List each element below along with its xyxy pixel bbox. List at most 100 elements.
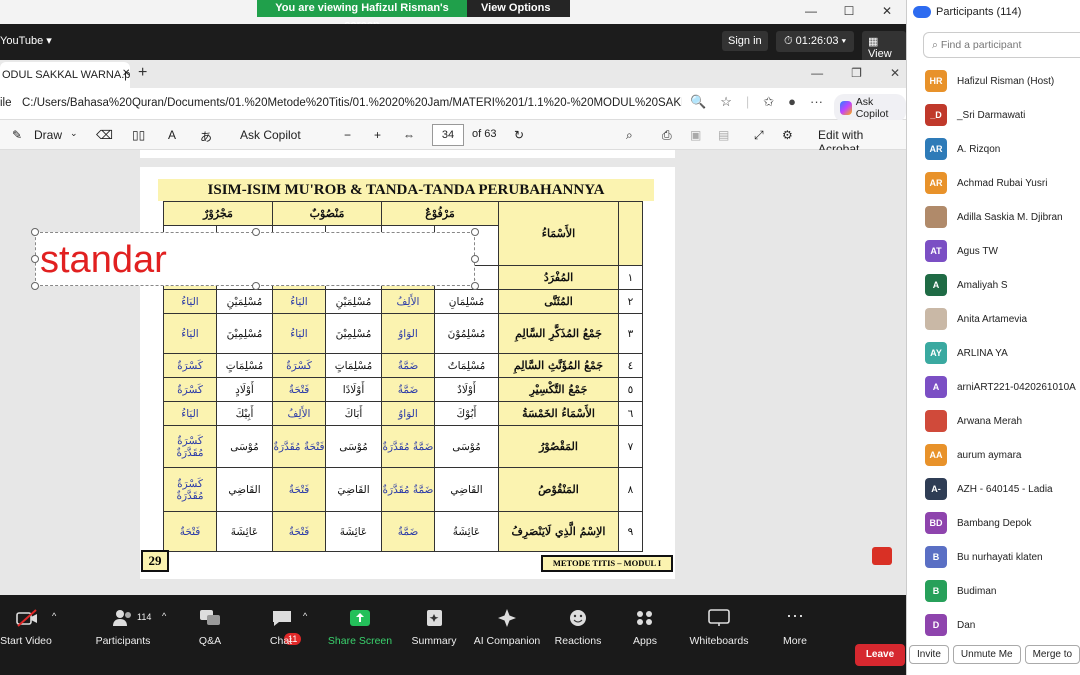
apps-icon[interactable] (634, 609, 656, 627)
participant-search-input[interactable]: ⌕ Find a participant (923, 32, 1080, 58)
draw-icon[interactable]: ✎ (12, 128, 22, 142)
resize-handle[interactable] (471, 255, 479, 263)
page-view-icon[interactable]: ▯▯ (132, 128, 145, 142)
read-aloud-icon[interactable]: A (168, 128, 176, 142)
whiteboards-button[interactable]: Whiteboards (679, 635, 759, 647)
merge-to-button[interactable]: Merge to (1024, 645, 1080, 664)
participant-row[interactable]: HR Hafizul Risman (Host) (907, 64, 1080, 98)
qa-icon[interactable] (199, 609, 221, 627)
resize-handle[interactable] (31, 255, 39, 263)
qa-button[interactable]: Q&A (170, 635, 250, 647)
participant-row[interactable]: A Amaliyah S (907, 268, 1080, 302)
minimize-icon[interactable]: — (811, 66, 823, 80)
participant-row[interactable]: AarniART221-0420261010A (907, 370, 1080, 404)
tab-pdf[interactable]: ODUL SAKKAL WARNA.pd (0, 62, 130, 88)
ai-companion-button[interactable]: AI Companion (466, 635, 548, 647)
minimize-icon[interactable]: — (792, 0, 830, 24)
summary-icon[interactable] (424, 609, 446, 627)
share-screen-icon[interactable] (349, 609, 371, 627)
participant-name: Amaliyah S (957, 279, 1008, 291)
zoom-out-icon[interactable]: − (344, 128, 351, 142)
annotation-text[interactable]: standar (40, 239, 167, 282)
signin-button[interactable]: Sign in (722, 31, 768, 51)
new-tab-icon[interactable]: + (138, 64, 147, 82)
favorite-star-icon[interactable]: ☆ (720, 94, 732, 110)
copilot-button[interactable]: Ask Copilot (834, 94, 906, 122)
table-cell: كَسْرَةٌ مُقَدَّرَةٌ (163, 467, 217, 512)
resize-handle[interactable] (471, 282, 479, 290)
chat-icon[interactable] (271, 609, 293, 627)
favorites-icon[interactable]: ✩ (763, 94, 774, 110)
fit-width-icon[interactable]: ⇔ (403, 128, 415, 142)
rotate-icon[interactable]: ↻ (514, 128, 524, 142)
participant-row[interactable]: A- AZH - 640145 - Ladia (907, 472, 1080, 506)
eraser-icon[interactable]: ⌫ (96, 128, 113, 142)
invite-button[interactable]: Invite (909, 645, 949, 664)
participant-row[interactable]: AR Achmad Rubai Yusri (907, 166, 1080, 200)
more-button[interactable]: More (755, 635, 835, 647)
meeting-timer[interactable]: ⏱ 01:26:03 ▾ (776, 31, 855, 52)
leave-button[interactable]: Leave (855, 644, 905, 666)
save-icon[interactable]: ▣ (690, 128, 701, 142)
zoom-control-bar: Start Video ^ 114 Participants ^ Q&A 11 … (0, 595, 906, 675)
settings-gear-icon[interactable]: ⚙ (782, 128, 793, 142)
participant-row[interactable]: AY ARLINA YA (907, 336, 1080, 370)
more-icon[interactable]: ··· (810, 94, 823, 110)
url-field[interactable]: C:/Users/Bahasa%20Quran/Documents/01.%20… (22, 97, 682, 109)
participant-row[interactable]: AA aurum aymara (907, 438, 1080, 472)
more-icon[interactable]: ··· (786, 605, 804, 626)
page-number-input[interactable]: 34 (432, 124, 464, 146)
apps-button[interactable]: Apps (605, 635, 685, 647)
participant-row[interactable]: D Dan (907, 608, 1080, 642)
zoom-search-icon[interactable]: 🔍 (690, 94, 706, 110)
participant-row[interactable]: Anita Artamevia (907, 302, 1080, 336)
view-options-button[interactable]: View Options (467, 0, 570, 17)
print-icon[interactable]: ⎙ (662, 128, 672, 143)
participant-row[interactable]: Adilla Saskia M. Djibran (907, 200, 1080, 234)
fullscreen-icon[interactable]: ⤢ (754, 128, 764, 143)
chevron-up-icon[interactable]: ^ (162, 611, 166, 621)
tab-close-icon[interactable]: ✕ (122, 68, 130, 79)
participant-row[interactable]: AR A. Rizqon (907, 132, 1080, 166)
youtube-dropdown[interactable]: YouTube ▾ (0, 34, 52, 47)
whiteboard-icon[interactable] (708, 609, 730, 627)
resize-handle[interactable] (252, 282, 260, 290)
resize-handle[interactable] (31, 282, 39, 290)
unmute-me-button[interactable]: Unmute Me (952, 645, 1021, 664)
participants-button[interactable]: Participants (83, 635, 163, 647)
share-screen-button[interactable]: Share Screen (320, 635, 400, 647)
close-icon[interactable]: ✕ (890, 66, 900, 80)
participant-row[interactable]: B Bu nurhayati klaten (907, 540, 1080, 574)
ask-copilot-button[interactable]: Ask Copilot (240, 128, 301, 142)
text-annotation[interactable]: standar (31, 228, 479, 290)
start-video-button[interactable]: Start Video (0, 635, 66, 647)
chevron-up-icon[interactable]: ^ (52, 611, 56, 621)
pdf-viewer[interactable]: ISIM-ISIM MU'ROB & TANDA-TANDA PERUBAHAN… (0, 150, 906, 595)
chevron-down-icon[interactable]: ⌄ (70, 128, 78, 139)
resize-handle[interactable] (31, 228, 39, 236)
resize-handle[interactable] (471, 228, 479, 236)
participant-row[interactable]: BD Bambang Depok (907, 506, 1080, 540)
profile-icon[interactable]: ● (788, 94, 796, 110)
participant-row[interactable]: B Budiman (907, 574, 1080, 608)
summary-button[interactable]: Summary (394, 635, 474, 647)
search-icon[interactable]: ⌕ (626, 128, 633, 143)
table-cell: مُسْلِمَاتٌ (434, 353, 499, 378)
participant-row[interactable]: Arwana Merah (907, 404, 1080, 438)
chevron-up-icon[interactable]: ^ (303, 611, 307, 621)
translate-icon[interactable]: あ (200, 128, 212, 145)
chat-button[interactable]: Chat (241, 635, 321, 647)
maximize-icon[interactable]: ☐ (830, 0, 868, 24)
participant-row[interactable]: _D _Sri Darmawati (907, 98, 1080, 132)
zoom-in-icon[interactable]: + (374, 128, 381, 142)
video-off-icon[interactable] (16, 609, 38, 627)
restore-icon[interactable]: ❐ (851, 66, 862, 80)
resize-handle[interactable] (252, 228, 260, 236)
participants-icon[interactable] (112, 609, 134, 627)
draw-button[interactable]: Draw (34, 128, 62, 142)
save-as-icon[interactable]: ▤ (718, 128, 729, 142)
close-icon[interactable]: ✕ (868, 0, 906, 24)
ai-companion-icon[interactable] (496, 609, 518, 627)
participant-row[interactable]: AT Agus TW (907, 234, 1080, 268)
reactions-icon[interactable] (568, 609, 590, 627)
